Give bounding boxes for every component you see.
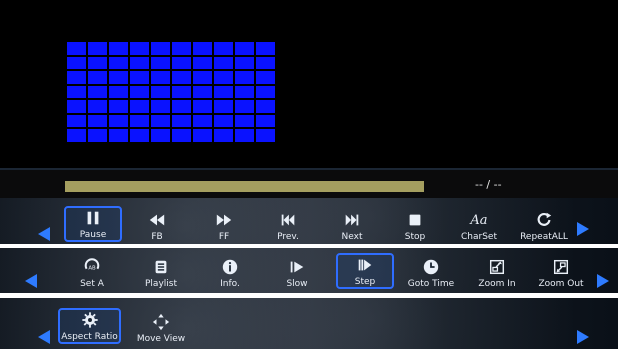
gear-icon	[81, 311, 99, 329]
goto-time-label: Goto Time	[407, 279, 455, 289]
media-player-screen: -- / -- Pause FB FF Prev. Next Stop Aa C…	[0, 0, 618, 349]
progress-bar[interactable]	[65, 181, 424, 192]
fb-label: FB	[151, 232, 163, 242]
next-label: Next	[341, 232, 363, 242]
charset-button[interactable]: Aa CharSet	[450, 206, 508, 242]
set-ab-icon-text: AB	[88, 266, 96, 272]
aspect-ratio-button[interactable]: Aspect Ratio	[58, 308, 121, 344]
fast-forward-button[interactable]: FF	[195, 206, 253, 242]
step-label: Step	[354, 277, 376, 287]
fast-backward-icon	[148, 211, 166, 229]
set-ab-icon: AB	[83, 258, 101, 276]
control-bar-row-2: AB Set A Playlist Info. Slow Step Goto T…	[0, 248, 618, 293]
set-a-button[interactable]: AB Set A	[63, 253, 121, 289]
playlist-label: Playlist	[145, 279, 177, 289]
scroll-left-arrow-icon[interactable]	[38, 227, 50, 241]
fast-backward-button[interactable]: FB	[128, 206, 186, 242]
charset-icon-text: Aa	[470, 212, 488, 228]
goto-time-button[interactable]: Goto Time	[402, 253, 460, 289]
stop-button[interactable]: Stop	[386, 206, 444, 242]
playlist-button[interactable]: Playlist	[132, 253, 190, 289]
step-button[interactable]: Step	[336, 253, 394, 289]
slow-icon	[288, 258, 306, 276]
next-icon	[343, 211, 361, 229]
set-a-label: Set A	[80, 279, 104, 289]
scroll-left-arrow-icon[interactable]	[25, 274, 37, 288]
playlist-icon	[152, 258, 170, 276]
repeat-icon	[535, 211, 553, 229]
time-display: -- / --	[475, 178, 502, 191]
info-label: Info.	[220, 279, 240, 289]
fast-forward-icon	[215, 211, 233, 229]
charset-icon: Aa	[470, 211, 488, 229]
stop-label: Stop	[404, 232, 426, 242]
move-view-label: Move View	[136, 334, 186, 344]
scroll-right-arrow-icon[interactable]	[577, 222, 589, 236]
control-bar-row-3: Aspect Ratio Move View	[0, 298, 618, 349]
info-icon	[221, 258, 239, 276]
aspect-ratio-label: Aspect Ratio	[61, 332, 118, 342]
progress-strip: -- / --	[0, 168, 618, 200]
slow-button[interactable]: Slow	[268, 253, 326, 289]
previous-icon	[279, 211, 297, 229]
blue-block-grid	[67, 42, 275, 142]
previous-button[interactable]: Prev.	[259, 206, 317, 242]
charset-label: CharSet	[461, 232, 497, 242]
pause-icon	[84, 209, 102, 227]
pause-button[interactable]: Pause	[64, 206, 122, 242]
zoom-out-label: Zoom Out	[538, 279, 584, 289]
scroll-right-arrow-icon[interactable]	[597, 274, 609, 288]
next-button[interactable]: Next	[323, 206, 381, 242]
zoom-in-label: Zoom In	[478, 279, 516, 289]
zoom-in-icon	[488, 258, 506, 276]
scroll-right-arrow-icon[interactable]	[577, 330, 589, 344]
control-bar-row-1: Pause FB FF Prev. Next Stop Aa CharSet R…	[0, 198, 618, 244]
zoom-in-button[interactable]: Zoom In	[468, 253, 526, 289]
repeat-all-label: RepeatALL	[520, 232, 568, 242]
clock-icon	[422, 258, 440, 276]
info-button[interactable]: Info.	[201, 253, 259, 289]
zoom-out-button[interactable]: Zoom Out	[532, 253, 590, 289]
zoom-out-icon	[552, 258, 570, 276]
repeat-all-button[interactable]: RepeatALL	[515, 206, 573, 242]
pause-label: Pause	[79, 230, 107, 240]
stop-icon	[406, 211, 424, 229]
video-area	[0, 0, 618, 168]
ff-label: FF	[218, 232, 230, 242]
move-view-icon	[152, 313, 170, 331]
slow-label: Slow	[286, 279, 308, 289]
scroll-left-arrow-icon[interactable]	[38, 330, 50, 344]
prev-label: Prev.	[277, 232, 299, 242]
step-icon	[356, 256, 374, 274]
move-view-button[interactable]: Move View	[131, 308, 191, 344]
